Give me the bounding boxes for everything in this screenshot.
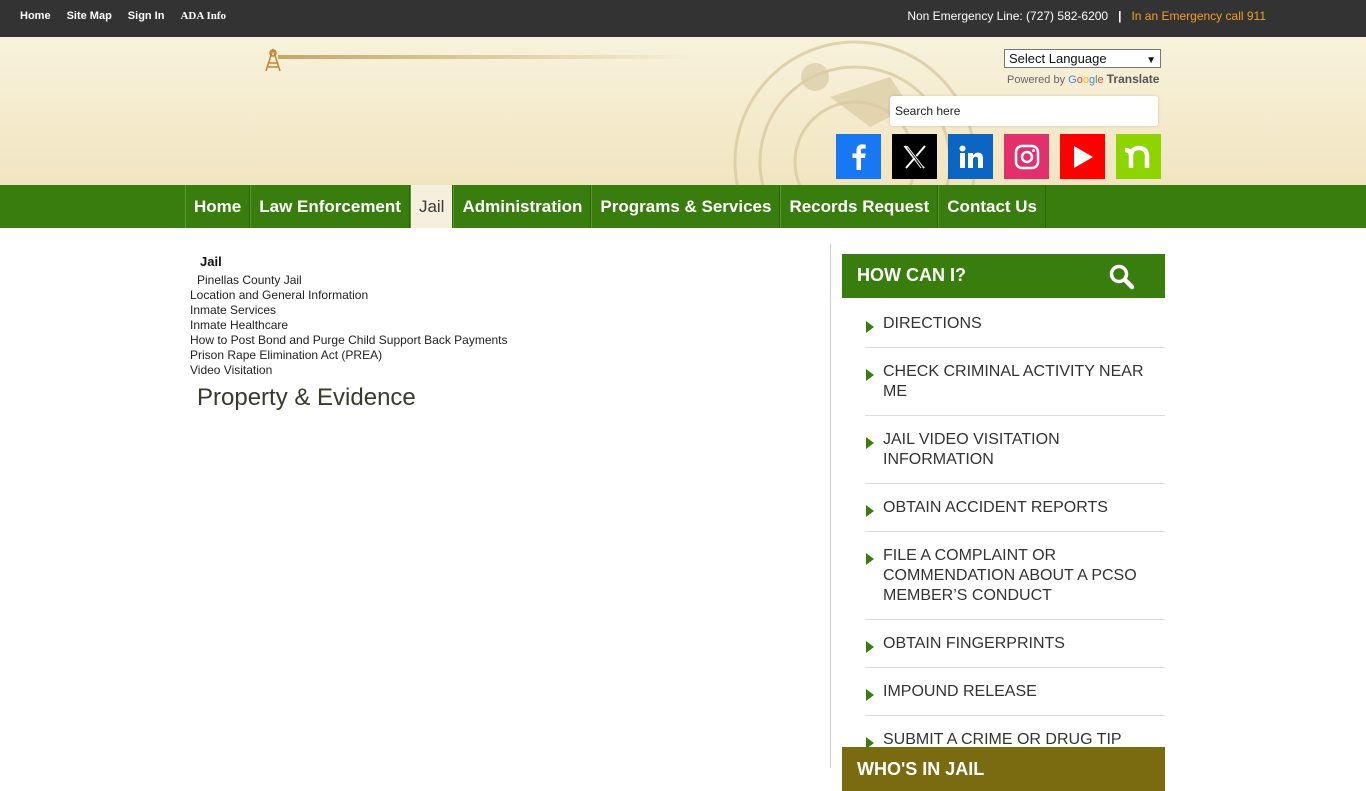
google-letter: e (1097, 74, 1104, 86)
how-can-i-link[interactable]: DIRECTIONS (883, 315, 982, 332)
language-select-value: Select Language (1009, 51, 1107, 66)
menu-link-inmate-healthcare[interactable]: Inmate Healthcare (190, 318, 508, 333)
nav-item-programs-services[interactable]: Programs & Services (591, 185, 781, 228)
menu-link-post-bond[interactable]: How to Post Bond and Purge Child Support… (190, 333, 508, 348)
nav-item-records-request[interactable]: Records Request (780, 185, 939, 228)
powered-by-text: Powered by (1007, 74, 1066, 86)
triangle-bullet-icon (866, 505, 874, 517)
how-can-i-list: DIRECTIONS CHECK CRIMINAL ACTIVITY NEAR … (865, 300, 1165, 763)
nextdoor-link[interactable] (1116, 134, 1161, 179)
page-title: Property & Evidence (197, 384, 416, 411)
search-icon[interactable] (1109, 264, 1135, 290)
chevron-down-icon: ▼ (1146, 55, 1156, 66)
language-select[interactable]: Select Language ▼ (1004, 49, 1161, 68)
main-navigation: Home Law Enforcement Jail Administration… (0, 185, 1366, 228)
triangle-bullet-icon (866, 437, 874, 449)
list-item[interactable]: DIRECTIONS (865, 300, 1165, 348)
triangle-bullet-icon (866, 689, 874, 701)
linkedin-link[interactable] (948, 134, 993, 179)
triangle-bullet-icon (866, 553, 874, 565)
how-can-i-link[interactable]: OBTAIN FINGERPRINTS (883, 635, 1065, 652)
menu-link-pinellas-county-jail[interactable]: Pinellas County Jail (190, 273, 508, 288)
nav-items: Home Law Enforcement Jail Administration… (185, 185, 1047, 228)
menu-link-video-visitation[interactable]: Video Visitation (190, 363, 508, 378)
google-logo: Google (1068, 74, 1104, 86)
how-can-i-link[interactable]: SUBMIT A CRIME OR DRUG TIP (883, 731, 1122, 748)
list-item[interactable]: OBTAIN FINGERPRINTS (865, 620, 1165, 668)
search-input[interactable]: Search here (890, 96, 1158, 126)
facebook-link[interactable] (836, 134, 881, 179)
non-emergency-line: Non Emergency Line: (727) 582-6200 (907, 9, 1109, 23)
instagram-link[interactable] (1004, 134, 1049, 179)
list-item[interactable]: JAIL VIDEO VISITATION INFORMATION (865, 416, 1165, 484)
menu-link-prea[interactable]: Prison Rape Elimination Act (PREA) (190, 348, 508, 363)
top-utility-bar: Home Site Map Sign In ADA Info Non Emerg… (0, 0, 1366, 37)
nav-item-home[interactable]: Home (185, 185, 251, 228)
triangle-bullet-icon (866, 321, 874, 333)
how-can-i-link[interactable]: FILE A COMPLAINT OR COMMENDATION ABOUT A… (883, 547, 1137, 604)
list-item[interactable]: OBTAIN ACCIDENT REPORTS (865, 484, 1165, 532)
sheriff-badge-logo[interactable] (262, 47, 284, 73)
x-link[interactable] (892, 134, 937, 179)
nav-item-contact-us[interactable]: Contact Us (938, 185, 1047, 228)
site-header: Select Language ▼ Powered by Google Tran… (0, 37, 1366, 185)
nav-item-jail[interactable]: Jail (409, 185, 454, 228)
whos-in-jail-title: WHO'S IN JAIL (857, 759, 985, 779)
section-title: Jail (200, 254, 222, 269)
google-letter: G (1068, 74, 1077, 86)
logo-line (278, 55, 698, 59)
list-item[interactable]: IMPOUND RELEASE (865, 668, 1165, 716)
how-can-i-title: HOW CAN I? (857, 265, 966, 285)
utility-links: Home Site Map Sign In ADA Info (20, 10, 242, 22)
how-can-i-header: HOW CAN I? (842, 254, 1165, 298)
ada-info-link[interactable]: ADA Info (180, 10, 226, 22)
how-can-i-link[interactable]: OBTAIN ACCIDENT REPORTS (883, 499, 1108, 516)
social-links (836, 134, 1161, 179)
how-can-i-link[interactable]: JAIL VIDEO VISITATION INFORMATION (883, 431, 1060, 468)
google-translate-attribution: Powered by Google Translate (1007, 72, 1159, 86)
emergency-notice: In an Emergency call 911 (1131, 9, 1266, 23)
column-divider (830, 244, 831, 768)
menu-link-location[interactable]: Location and General Information (190, 288, 508, 303)
x-icon (903, 144, 926, 169)
sign-in-link[interactable]: Sign In (128, 10, 165, 22)
youtube-link[interactable] (1060, 134, 1105, 179)
section-menu: Pinellas County Jail Location and Genera… (190, 273, 508, 378)
triangle-bullet-icon (866, 369, 874, 381)
site-map-link[interactable]: Site Map (67, 10, 112, 22)
list-item[interactable]: CHECK CRIMINAL ACTIVITY NEAR ME (865, 348, 1165, 416)
facebook-icon (852, 143, 866, 170)
separator: | (1118, 9, 1122, 23)
nav-item-administration[interactable]: Administration (453, 185, 592, 228)
linkedin-icon (959, 145, 983, 168)
list-item[interactable]: FILE A COMPLAINT OR COMMENDATION ABOUT A… (865, 532, 1165, 620)
nextdoor-icon (1124, 145, 1149, 168)
triangle-bullet-icon (866, 641, 874, 653)
instagram-icon (1014, 144, 1039, 169)
translate-link[interactable]: Translate (1107, 72, 1160, 86)
menu-link-inmate-services[interactable]: Inmate Services (190, 303, 508, 318)
contact-info: Non Emergency Line: (727) 582-6200 | In an… (907, 9, 1266, 23)
how-can-i-link[interactable]: CHECK CRIMINAL ACTIVITY NEAR ME (883, 363, 1144, 400)
youtube-icon (1073, 145, 1093, 168)
how-can-i-link[interactable]: IMPOUND RELEASE (883, 683, 1037, 700)
nav-item-law-enforcement[interactable]: Law Enforcement (250, 185, 410, 228)
whos-in-jail-header[interactable]: WHO'S IN JAIL (842, 747, 1165, 791)
home-link[interactable]: Home (20, 10, 51, 22)
